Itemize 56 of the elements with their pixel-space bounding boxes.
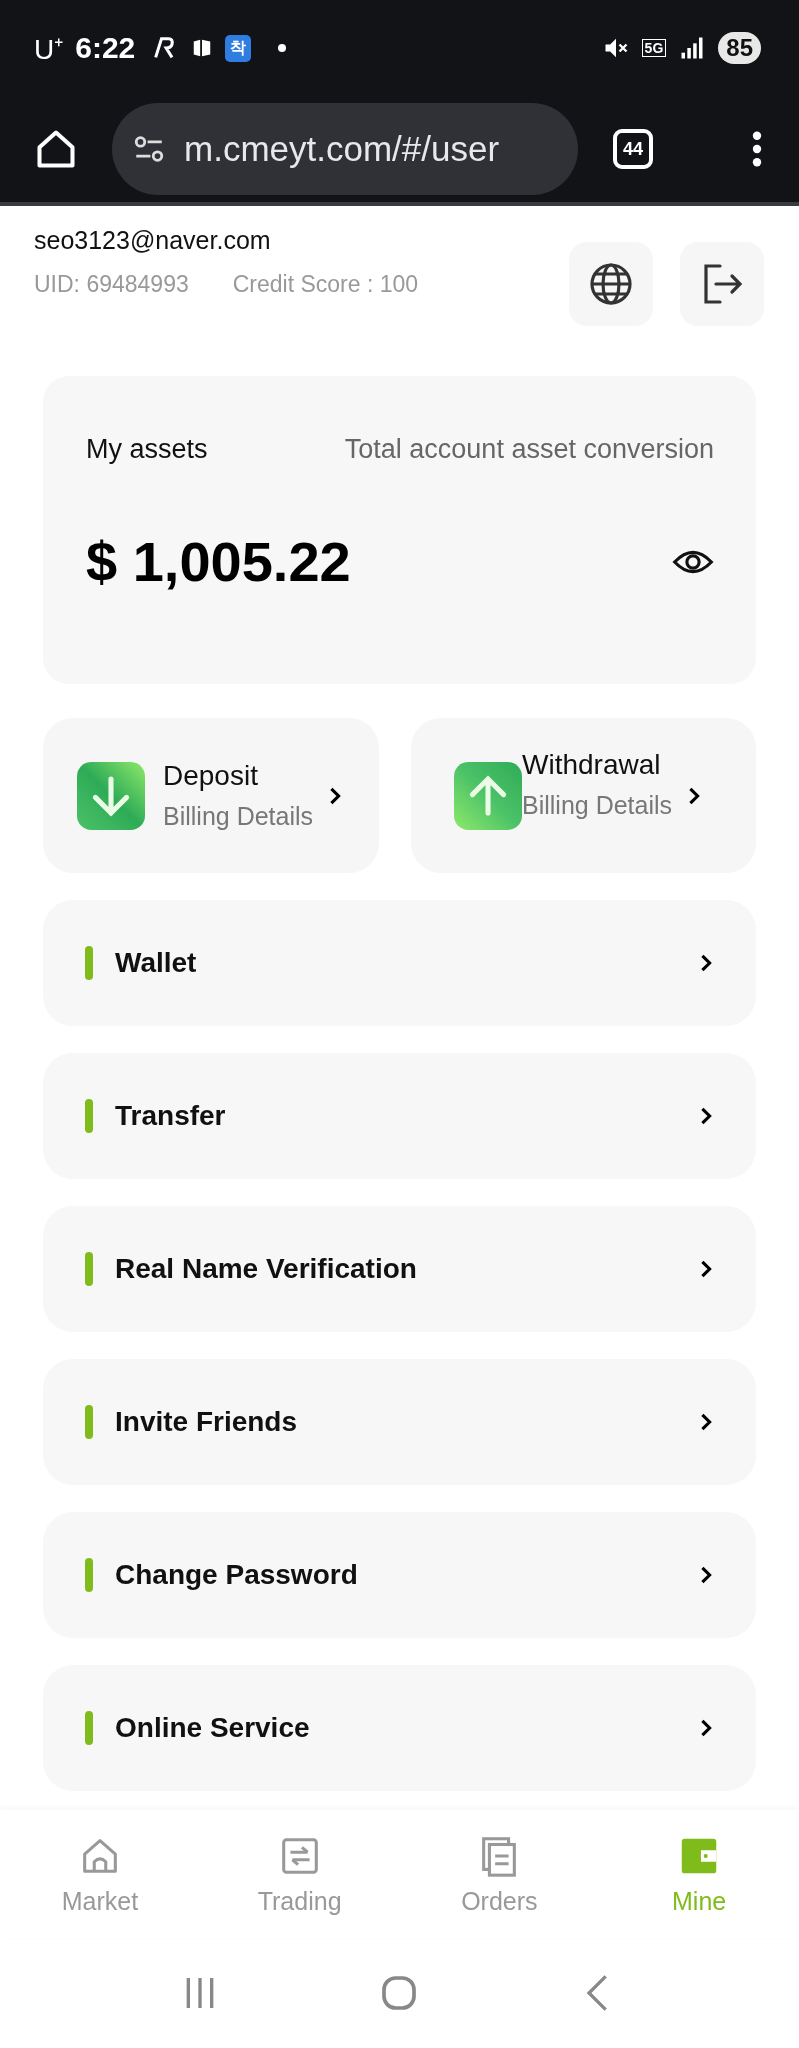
language-button[interactable] xyxy=(569,242,653,326)
url-text: m.cmeyt.com/#/user xyxy=(184,129,500,169)
chevron-right-icon xyxy=(329,785,342,806)
action-title: Deposit xyxy=(163,760,259,792)
accent-bar xyxy=(85,946,93,980)
menu-item[interactable]: Transfer xyxy=(43,1053,756,1179)
chevron-right-icon xyxy=(700,1412,712,1432)
clock-time: 6:22 xyxy=(75,31,136,65)
chevron-right-icon xyxy=(700,1106,712,1126)
menu-item[interactable]: Online Service xyxy=(43,1665,756,1791)
accent-bar xyxy=(85,1252,93,1286)
globe-icon xyxy=(587,260,635,308)
accent-bar xyxy=(85,1405,93,1439)
action-card[interactable]: Deposit Billing Details xyxy=(43,718,379,873)
dot-icon xyxy=(277,43,288,53)
app-badge: 착 xyxy=(225,34,252,62)
menu-label: Change Password xyxy=(115,1559,359,1591)
battery-level: 85 xyxy=(718,32,761,64)
network-label: 5G xyxy=(641,39,667,57)
tab-label: Orders xyxy=(461,1886,538,1916)
menu-item[interactable]: Real Name Verification xyxy=(43,1206,756,1332)
chevron-right-icon xyxy=(700,953,712,973)
chevron-right-icon xyxy=(700,1565,712,1585)
menu-item[interactable]: Invite Friends xyxy=(43,1359,756,1485)
menu-label: Wallet xyxy=(115,947,198,979)
carrier-label: U⁺ xyxy=(34,33,64,67)
assets-subtitle: Total account asset conversion xyxy=(344,434,714,465)
action-card[interactable]: Withdrawal Billing Details xyxy=(411,718,756,873)
more-icon[interactable] xyxy=(751,131,763,167)
logout-button[interactable] xyxy=(680,242,764,326)
menu-label: Transfer xyxy=(115,1100,227,1132)
address-bar[interactable]: m.cmeyt.com/#/user xyxy=(112,103,578,195)
action-subtitle: Billing Details xyxy=(163,802,314,831)
action-title: Withdrawal xyxy=(522,749,662,781)
credit-score: Credit Score : 100 xyxy=(232,271,419,298)
chevron-right-icon xyxy=(700,1718,712,1738)
menu-item[interactable]: Change Password xyxy=(43,1512,756,1638)
menu-label: Invite Friends xyxy=(115,1406,299,1438)
menu-item[interactable]: Wallet xyxy=(43,900,756,1026)
tab-label: Trading xyxy=(257,1886,342,1916)
user-id: UID: 69484993 xyxy=(34,271,189,298)
tab-count-button[interactable]: 44 xyxy=(613,129,653,169)
accent-bar xyxy=(85,1558,93,1592)
chevron-right-icon xyxy=(688,785,701,806)
tab-label: Market xyxy=(61,1886,139,1916)
accent-bar xyxy=(85,1099,93,1133)
home-icon[interactable] xyxy=(34,127,78,171)
accent-bar xyxy=(85,1711,93,1745)
assets-title: My assets xyxy=(86,434,208,465)
balance-amount: $ 1,005.22 xyxy=(86,529,351,594)
tab-label: Mine xyxy=(672,1886,727,1916)
action-subtitle: Billing Details xyxy=(522,791,673,820)
menu-label: Online Service xyxy=(115,1712,311,1744)
menu-label: Real Name Verification xyxy=(115,1253,418,1285)
user-email: seo3123@naver.com xyxy=(34,226,272,255)
chevron-right-icon xyxy=(700,1259,712,1279)
